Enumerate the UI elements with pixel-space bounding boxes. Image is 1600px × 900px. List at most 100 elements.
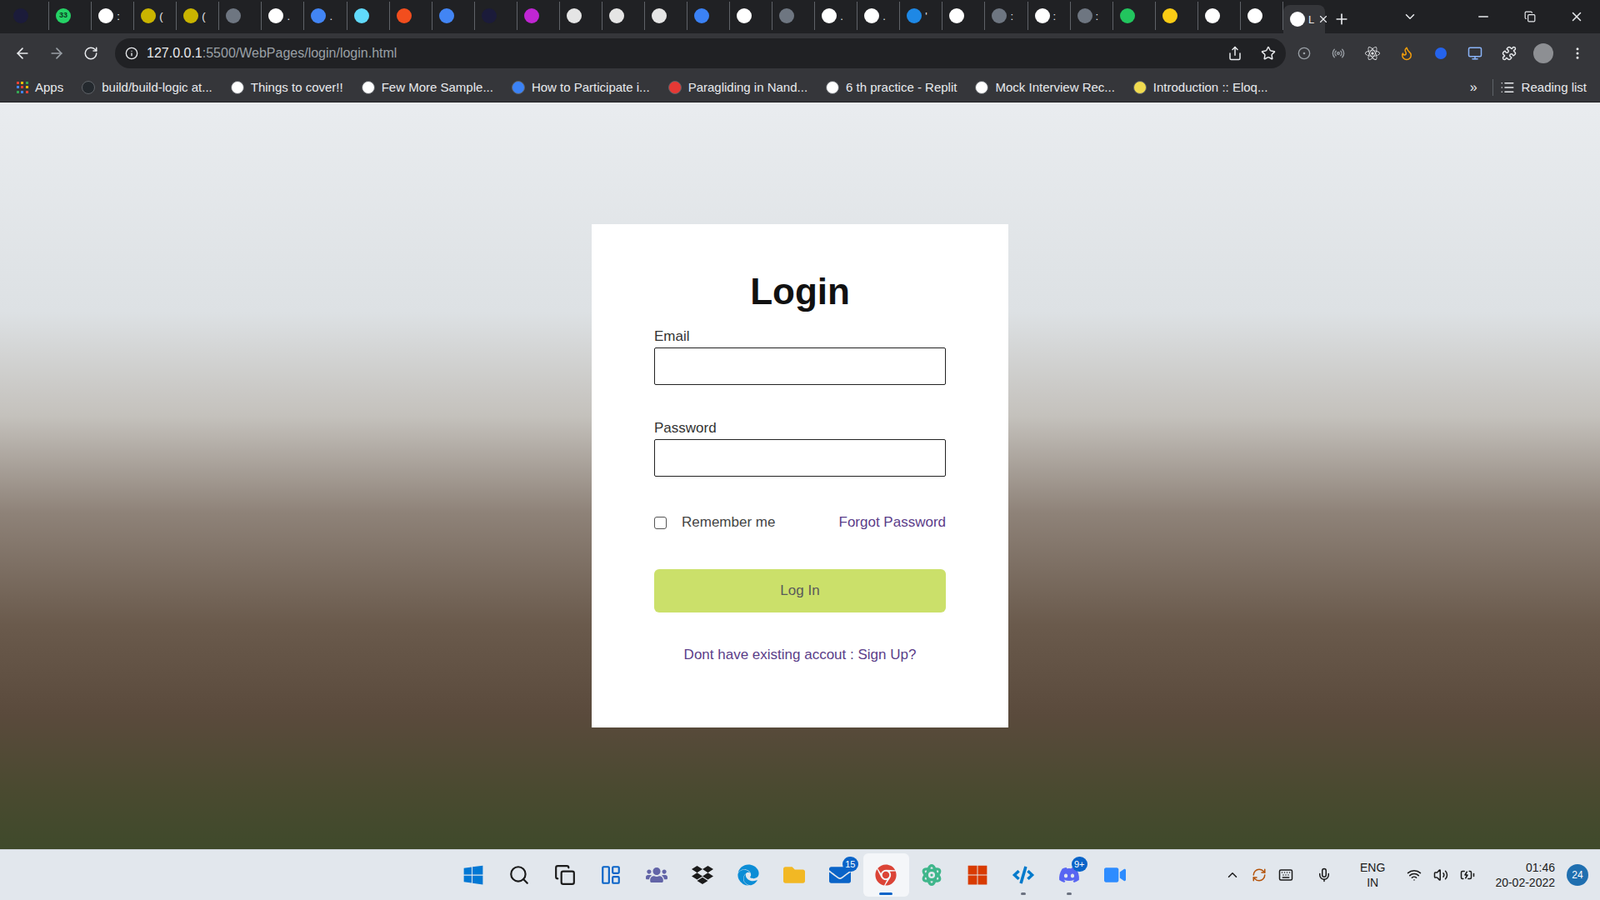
bookmarks-overflow[interactable]: » [1461,77,1486,98]
bookmark-star-icon[interactable] [1260,45,1276,61]
omnibox[interactable]: 127.0.0.1:5500/WebPages/login/login.html [115,38,1286,69]
taskbar-app[interactable] [863,853,910,897]
text-input[interactable] [654,347,946,385]
tab-favicon-icon [268,8,284,24]
extension-button[interactable] [1390,36,1424,70]
tab-favicon-icon [1077,8,1093,24]
browser-tab[interactable] [1198,1,1241,30]
taskbar-app[interactable] [450,853,497,897]
minimize-button[interactable] [1460,0,1507,34]
browser-tab[interactable] [219,1,262,30]
login-button[interactable]: Log In [654,569,946,613]
tab-close-icon[interactable] [1317,13,1330,25]
browser-tab[interactable] [1240,1,1284,30]
close-window-button[interactable] [1553,0,1600,34]
restore-button[interactable] [1506,0,1554,34]
taskbar-app[interactable] [496,853,543,897]
bookmark-favicon-icon [668,80,682,95]
bookmark-item[interactable]: 6 th practice - Replit [822,78,960,98]
back-button[interactable] [5,36,40,70]
browser-tab[interactable]: : [985,1,1028,30]
browser-tab[interactable] [390,1,433,30]
extension-button[interactable] [1424,36,1458,70]
browser-tab[interactable]: L [1283,5,1325,34]
forward-button[interactable] [40,36,74,70]
bookmark-item[interactable]: build/build-logic at... [78,78,216,98]
bookmark-item[interactable]: Mock Interview Rec... [971,78,1118,98]
language-indicator[interactable]: ENGIN [1360,860,1385,890]
taskbar-app[interactable] [1092,853,1139,897]
browser-tab[interactable]: . [304,1,347,30]
browser-tab[interactable]: : [1028,1,1071,30]
browser-tab[interactable] [602,1,645,30]
bookmark-item[interactable]: Introduction :: Eloq... [1130,78,1272,98]
share-icon[interactable] [1227,45,1243,61]
wifi-icon[interactable] [1406,867,1422,883]
browser-tab[interactable] [517,1,560,30]
clock[interactable]: 01:4620-02-2022 [1495,860,1555,890]
sync-icon[interactable] [1251,867,1267,883]
browser-tab[interactable] [560,1,603,30]
mic-icon[interactable] [1316,867,1332,883]
browser-tab[interactable] [6,1,50,30]
bookmark-item[interactable]: Things to cover!! [227,78,347,98]
bookmark-favicon-icon [975,80,989,95]
extensions-button[interactable] [1492,36,1526,70]
taskbar-app[interactable] [680,853,726,897]
new-tab-button[interactable] [1325,5,1359,34]
browser-tab[interactable] [1113,1,1156,30]
browser-tab[interactable] [645,1,688,30]
battery-icon[interactable] [1460,867,1475,883]
bookmark-item[interactable]: Few More Sample... [358,78,497,98]
checkbox-box[interactable] [654,516,667,530]
browser-tab[interactable]: : [91,1,135,30]
reading-list-button[interactable]: Reading list [1500,78,1587,98]
browser-tab[interactable]: : [1070,1,1114,30]
bookmark-item[interactable]: How to Participate i... [508,78,654,98]
browser-tab[interactable]: ( [176,1,220,30]
browser-tab[interactable] [475,1,518,30]
taskbar-app[interactable] [909,853,955,897]
browser-tab[interactable] [772,1,815,30]
remember-checkbox[interactable]: Remember me [654,511,775,534]
site-info-icon[interactable] [125,46,139,60]
menu-button[interactable] [1560,36,1595,70]
browser-tab[interactable]: . [261,1,305,30]
taskbar-app[interactable] [588,853,635,897]
taskbar-app[interactable] [634,853,680,897]
browser-tab[interactable]: . [815,1,858,30]
browser-tab[interactable] [942,1,985,30]
keyboard-icon[interactable] [1278,867,1294,883]
browser-tab[interactable]: . [857,1,900,30]
tab-search-button[interactable] [1386,0,1434,34]
browser-tab[interactable] [730,1,773,30]
taskbar-app[interactable]: 15 [817,853,864,897]
signup-link[interactable]: Dont have existing accout : Sign Up? [654,645,946,665]
browser-tab[interactable] [1155,1,1199,30]
browser-tab[interactable] [347,1,390,30]
taskbar-app[interactable] [955,853,1001,897]
profile-button[interactable] [1526,36,1560,70]
taskbar-app[interactable] [771,853,818,897]
taskbar-app[interactable] [542,853,589,897]
taskbar-app[interactable] [1000,853,1047,897]
text-input[interactable] [654,439,946,477]
bookmark-item[interactable]: Paragliding in Nand... [665,78,811,98]
taskbar-app[interactable] [725,853,772,897]
volume-icon[interactable] [1433,867,1449,883]
browser-tab[interactable]: 33 [49,1,92,30]
reload-button[interactable] [74,36,108,70]
forgot-password-link[interactable]: Forgot Password [839,511,947,534]
extension-button[interactable] [1287,36,1321,70]
extension-button[interactable] [1355,36,1390,70]
extension-button[interactable] [1321,36,1355,70]
browser-tab[interactable] [687,1,730,30]
browser-tab[interactable] [432,1,475,30]
browser-tab[interactable]: ( [134,1,177,30]
bookmark-item[interactable]: Apps [13,78,67,98]
taskbar-app[interactable]: 9+ [1046,853,1093,897]
extension-button[interactable] [1458,36,1492,70]
notification-badge[interactable]: 24 [1566,864,1589,886]
browser-tab[interactable]: ' [900,1,943,30]
chevron-up-icon[interactable] [1225,867,1240,883]
